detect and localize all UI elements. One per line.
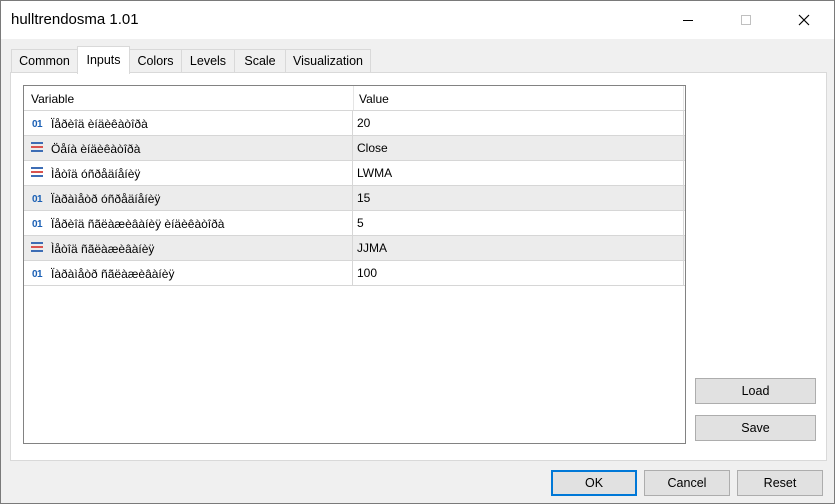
- maximize-icon: [741, 15, 751, 25]
- value-cell[interactable]: JJMA: [357, 236, 677, 260]
- inputs-grid: Variable Value 01 Ïåðèîä èíäèêàòîðà 20 Öå…: [23, 85, 686, 444]
- grid-divider: [24, 285, 685, 286]
- tab-scale[interactable]: Scale: [234, 49, 286, 73]
- variable-name: Ïåðèîä èíäèêàòîðà: [51, 116, 148, 131]
- variable-name: Ïàðàìåòð óñðåäíåíèÿ: [51, 191, 161, 206]
- int-icon: 01: [31, 119, 43, 130]
- ok-button[interactable]: OK: [551, 470, 637, 496]
- tab-colors[interactable]: Colors: [129, 49, 182, 73]
- int-icon: 01: [31, 219, 43, 230]
- value-cell[interactable]: LWMA: [357, 161, 677, 185]
- variable-cell: Ìåòîä óñðåäíåíèÿ: [29, 161, 351, 185]
- value-cell[interactable]: 15: [357, 186, 677, 210]
- tab-levels[interactable]: Levels: [181, 49, 235, 73]
- title-bar[interactable]: hulltrendosma 1.01: [1, 1, 834, 39]
- tab-inputs[interactable]: Inputs: [77, 46, 130, 74]
- variable-name: Öåíà èíäèêàòîðà: [51, 141, 141, 156]
- variable-name: Ïåðèîä ñãëàæèâàíèÿ èíäèêàòîðà: [51, 216, 225, 231]
- close-button[interactable]: [781, 1, 827, 39]
- column-header-variable[interactable]: Variable: [31, 86, 351, 110]
- column-divider: [683, 86, 684, 110]
- variable-name: Ìåòîä óñðåäíåíèÿ: [51, 166, 141, 181]
- tab-common[interactable]: Common: [11, 49, 78, 73]
- minimize-button[interactable]: [665, 1, 711, 39]
- value-cell[interactable]: 100: [357, 261, 677, 285]
- variable-name: Ïàðàìåòð ñãëàæèâàíèÿ: [51, 266, 175, 281]
- reset-button[interactable]: Reset: [737, 470, 823, 496]
- value-cell[interactable]: Close: [357, 136, 677, 160]
- table-row[interactable]: Ìåòîä ñãëàæèâàíèÿ JJMA: [24, 235, 685, 260]
- inputs-panel: Variable Value 01 Ïåðèîä èíäèêàòîðà 20 Öå…: [10, 72, 827, 461]
- table-row[interactable]: Öåíà èíäèêàòîðà Close: [24, 135, 685, 160]
- minimize-icon: [683, 19, 693, 21]
- save-button[interactable]: Save: [695, 415, 816, 441]
- close-icon: [798, 14, 810, 26]
- variable-cell: Öåíà èíäèêàòîðà: [29, 136, 351, 160]
- enum-icon: [29, 241, 45, 253]
- table-row[interactable]: 01 Ïàðàìåòð ñãëàæèâàíèÿ 100: [24, 260, 685, 285]
- load-button[interactable]: Load: [695, 378, 816, 404]
- int-icon: 01: [31, 194, 43, 205]
- value-cell[interactable]: 20: [357, 111, 677, 135]
- cancel-button[interactable]: Cancel: [644, 470, 730, 496]
- variable-cell: 01 Ïåðèîä ñãëàæèâàíèÿ èíäèêàòîðà: [29, 211, 351, 235]
- table-row[interactable]: Ìåòîä óñðåäíåíèÿ LWMA: [24, 160, 685, 185]
- dialog-window: hulltrendosma 1.01 Common Inputs Colors …: [0, 0, 835, 504]
- variable-cell: 01 Ïàðàìåòð ñãëàæèâàíèÿ: [29, 261, 351, 285]
- value-cell[interactable]: 5: [357, 211, 677, 235]
- grid-header: Variable Value: [24, 86, 685, 110]
- variable-name: Ìåòîä ñãëàæèâàíèÿ: [51, 241, 155, 256]
- table-row[interactable]: 01 Ïåðèîä èíäèêàòîðà 20: [24, 110, 685, 135]
- table-row[interactable]: 01 Ïàðàìåòð óñðåäíåíèÿ 15: [24, 185, 685, 210]
- maximize-button: [723, 1, 769, 39]
- variable-cell: 01 Ïåðèîä èíäèêàòîðà: [29, 111, 351, 135]
- enum-icon: [29, 141, 45, 153]
- variable-cell: Ìåòîä ñãëàæèâàíèÿ: [29, 236, 351, 260]
- enum-icon: [29, 166, 45, 178]
- variable-cell: 01 Ïàðàìåòð óñðåäíåíèÿ: [29, 186, 351, 210]
- column-divider[interactable]: [353, 86, 354, 110]
- int-icon: 01: [31, 269, 43, 280]
- window-title: hulltrendosma 1.01: [11, 11, 139, 28]
- table-row[interactable]: 01 Ïåðèîä ñãëàæèâàíèÿ èíäèêàòîðà 5: [24, 210, 685, 235]
- column-header-value[interactable]: Value: [359, 86, 679, 110]
- tab-visualization[interactable]: Visualization: [285, 49, 371, 73]
